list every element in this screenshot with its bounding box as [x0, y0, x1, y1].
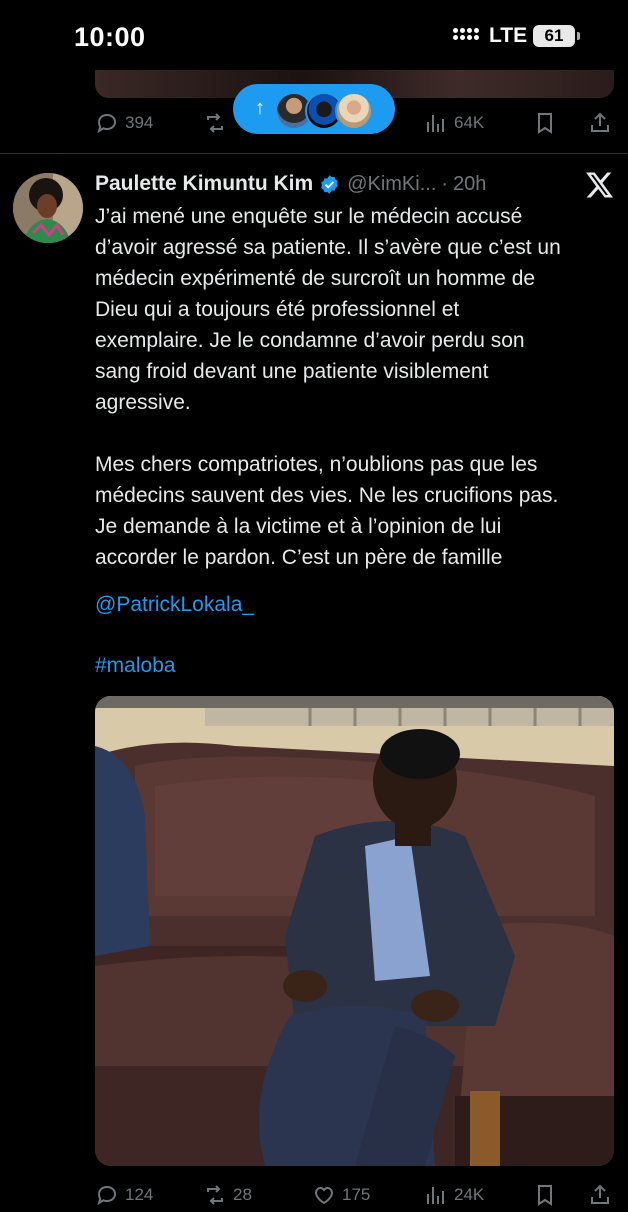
tweet-paragraph-1: J’ai mené une enquête sur le médecin acc… [95, 201, 615, 418]
repost-button[interactable] [203, 106, 227, 140]
tweet-divider [0, 153, 628, 154]
status-bar: 10:00 LTE 61 [0, 0, 628, 72]
tweet-actions: 124 28 175 24K [0, 1178, 628, 1212]
bookmark-button[interactable] [533, 1178, 557, 1212]
repost-icon [207, 113, 223, 133]
views-button[interactable]: 64K [424, 106, 484, 140]
network-type: LTE [489, 24, 528, 47]
new-posts-pill[interactable]: ↑ [233, 84, 395, 134]
text-line: exemplaire. Je le condamne d’avoir perdu… [95, 329, 525, 352]
reply-icon [97, 113, 117, 134]
battery-icon: 61 [533, 25, 575, 47]
repost-count: 28 [233, 1185, 252, 1204]
like-button[interactable]: 175 [312, 1178, 370, 1212]
share-button[interactable] [588, 1178, 612, 1212]
reply-button[interactable]: 124 [95, 1178, 153, 1212]
reply-count: 394 [125, 113, 154, 132]
arrow-up-icon: ↑ [255, 97, 265, 119]
repost-button[interactable]: 28 [203, 1178, 252, 1212]
reply-count: 124 [125, 1185, 154, 1204]
repost-icon [207, 1185, 223, 1205]
battery-tip [577, 32, 580, 40]
text-line: Mes chers compatriotes, n’oublions pas q… [95, 453, 538, 476]
tweet-media-photo[interactable] [95, 696, 614, 1166]
share-icon [591, 1184, 609, 1204]
reply-button[interactable]: 394 [95, 106, 153, 140]
views-button[interactable]: 24K [424, 1178, 484, 1212]
heart-icon [314, 1186, 334, 1205]
author-avatar[interactable] [13, 173, 83, 243]
author-handle[interactable]: @KimKi... [347, 173, 436, 196]
tweet-time[interactable]: 20h [453, 173, 486, 196]
share-button[interactable] [588, 106, 612, 140]
text-line: J’ai mené une enquête sur le médecin acc… [95, 205, 523, 228]
tweet-paragraph-2: Mes chers compatriotes, n’oublions pas q… [95, 449, 615, 573]
bookmark-icon [538, 113, 552, 134]
share-icon [591, 112, 609, 132]
mention-link[interactable]: @PatrickLokala_ [95, 593, 254, 617]
views-count: 24K [454, 1185, 485, 1204]
text-line: sang froid devant une patiente visibleme… [95, 360, 489, 383]
author-name[interactable]: Paulette Kimuntu Kim [95, 172, 313, 196]
text-line: médecin expérimenté de surcroît un homme… [95, 267, 536, 290]
reply-icon [97, 1185, 117, 1206]
pill-avatar-3 [335, 92, 373, 130]
text-line: accorder le pardon. C’est un père de fam… [95, 546, 503, 569]
views-count: 64K [454, 113, 485, 132]
views-icon [427, 1187, 444, 1204]
like-count: 175 [342, 1185, 371, 1204]
author-row: Paulette Kimuntu Kim @KimKi... · 20h [95, 168, 486, 200]
tweet-text: J’ai mené une enquête sur le médecin acc… [95, 201, 615, 573]
author-avatar-image [13, 173, 83, 243]
photo-image [95, 696, 614, 1166]
views-icon [427, 115, 444, 132]
text-line: d’avoir agressé sa patiente. Il s’avère … [95, 236, 561, 259]
bookmark-button[interactable] [533, 106, 557, 140]
dot-separator: · [441, 172, 449, 195]
bookmark-icon [538, 1185, 552, 1206]
text-line: Dieu qui a toujours été professionnel et [95, 298, 460, 321]
x-logo-icon[interactable] [584, 170, 616, 200]
text-line: agressive. [95, 391, 191, 414]
text-line: médecins sauvent des vies. Ne les crucif… [95, 484, 559, 507]
signal-icon [453, 28, 479, 46]
status-time: 10:00 [74, 22, 146, 52]
verified-badge-icon [321, 174, 338, 194]
text-line: Je demande à la victime et à l’opinion d… [95, 515, 502, 538]
hashtag-link[interactable]: #maloba [95, 654, 176, 678]
